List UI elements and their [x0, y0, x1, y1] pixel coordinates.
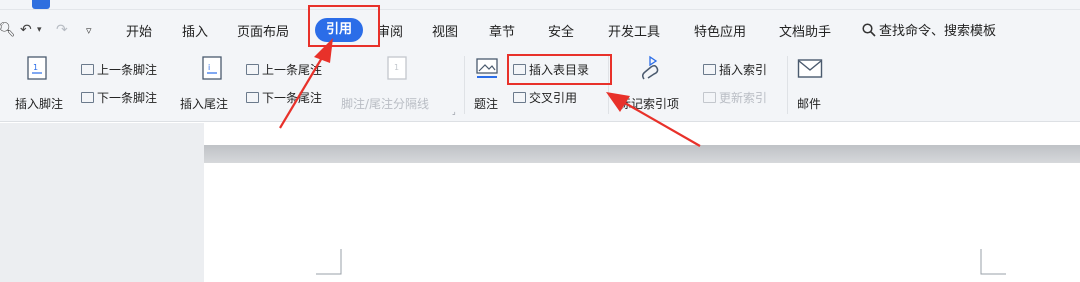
table-of-figures-highlight — [507, 54, 612, 85]
undo-dropdown-icon[interactable]: ▾ — [37, 25, 42, 35]
redo-icon[interactable]: ↷ — [56, 22, 68, 38]
references-tab-highlight — [308, 5, 380, 47]
command-search[interactable]: 查找命令、搜索模板 — [862, 20, 996, 39]
tab-view[interactable]: 视图 — [432, 21, 458, 40]
ribbon-divider — [787, 56, 788, 114]
tab-review[interactable]: 审阅 — [377, 21, 403, 40]
mail-icon[interactable] — [797, 58, 823, 84]
insert-endnote-icon[interactable]: i — [201, 56, 223, 84]
next-endnote-label: 下一条尾注 — [262, 91, 323, 105]
prev-endnote-button[interactable]: 上一条尾注 — [246, 61, 322, 78]
insert-index-label: 插入索引 — [719, 63, 768, 77]
left-margin-panel — [0, 123, 204, 282]
mark-index-entry-label[interactable]: 标记索引项 — [619, 95, 679, 112]
next-footnote-button[interactable]: 下一条脚注 — [81, 89, 157, 106]
insert-index-icon — [703, 64, 716, 75]
next-endnote-icon — [246, 92, 259, 103]
tab-security[interactable]: 安全 — [548, 21, 574, 40]
print-preview-icon[interactable]: 🔍︎ — [0, 22, 16, 38]
prev-footnote-label: 上一条脚注 — [97, 63, 158, 77]
undo-icon[interactable]: ↶ — [20, 22, 32, 38]
update-index-icon — [703, 92, 716, 103]
page-separator — [204, 145, 1080, 163]
cross-reference-button[interactable]: 交叉引用 — [513, 89, 577, 106]
insert-footnote-label[interactable]: 插入脚注 — [15, 95, 63, 112]
document-tab-indicator[interactable] — [32, 0, 50, 9]
prev-endnote-icon — [246, 64, 259, 75]
search-placeholder: 查找命令、搜索模板 — [879, 24, 997, 39]
margin-corner-mark-left — [316, 249, 342, 275]
tab-special-apps[interactable]: 特色应用 — [694, 21, 746, 40]
insert-index-button[interactable]: 插入索引 — [703, 61, 767, 78]
next-footnote-label: 下一条脚注 — [97, 91, 158, 105]
cross-reference-label: 交叉引用 — [529, 91, 578, 105]
tab-document-assistant[interactable]: 文档助手 — [779, 21, 831, 40]
tab-developer-tools[interactable]: 开发工具 — [608, 21, 660, 40]
prev-endnote-label: 上一条尾注 — [262, 63, 323, 77]
insert-footnote-icon[interactable]: 1 — [26, 56, 48, 84]
document-area — [0, 123, 1080, 282]
tab-chapter[interactable]: 章节 — [489, 21, 515, 40]
dialog-launcher-icon[interactable]: ⌟ — [452, 107, 456, 116]
ribbon-divider — [464, 56, 465, 114]
svg-text:1: 1 — [33, 63, 38, 72]
tab-page-layout[interactable]: 页面布局 — [237, 21, 289, 40]
menu-bar: 🔍︎ ↶ ▾ ↷ ▿ 开始 插入 页面布局 引用 审阅 视图 章节 安全 开发工… — [0, 10, 1080, 50]
footnote-separator-icon: 1 — [386, 56, 408, 84]
update-index-button: 更新索引 — [703, 89, 767, 106]
next-footnote-icon — [81, 92, 94, 103]
margin-corner-mark-right — [980, 249, 1006, 275]
update-index-label: 更新索引 — [719, 91, 768, 105]
insert-endnote-label[interactable]: 插入尾注 — [180, 95, 228, 112]
prev-footnote-icon — [81, 64, 94, 75]
title-strip — [0, 0, 1080, 10]
cross-reference-icon — [513, 92, 526, 103]
tab-home[interactable]: 开始 — [126, 21, 152, 40]
footnote-separator-label: 脚注/尾注分隔线 — [341, 97, 430, 111]
tab-insert[interactable]: 插入 — [182, 21, 208, 40]
customize-toolbar-icon[interactable]: ▿ — [86, 24, 92, 37]
search-icon — [862, 23, 876, 37]
prev-footnote-button[interactable]: 上一条脚注 — [81, 61, 157, 78]
document-page[interactable] — [204, 163, 1080, 282]
document-page-previous[interactable] — [204, 123, 1080, 145]
svg-text:i: i — [208, 63, 210, 72]
caption-label[interactable]: 题注 — [474, 95, 498, 112]
svg-text:1: 1 — [394, 63, 399, 72]
mark-index-entry-icon[interactable] — [638, 55, 664, 87]
caption-icon[interactable] — [475, 58, 499, 84]
next-endnote-button[interactable]: 下一条尾注 — [246, 89, 322, 106]
mail-label[interactable]: 邮件 — [797, 95, 821, 112]
